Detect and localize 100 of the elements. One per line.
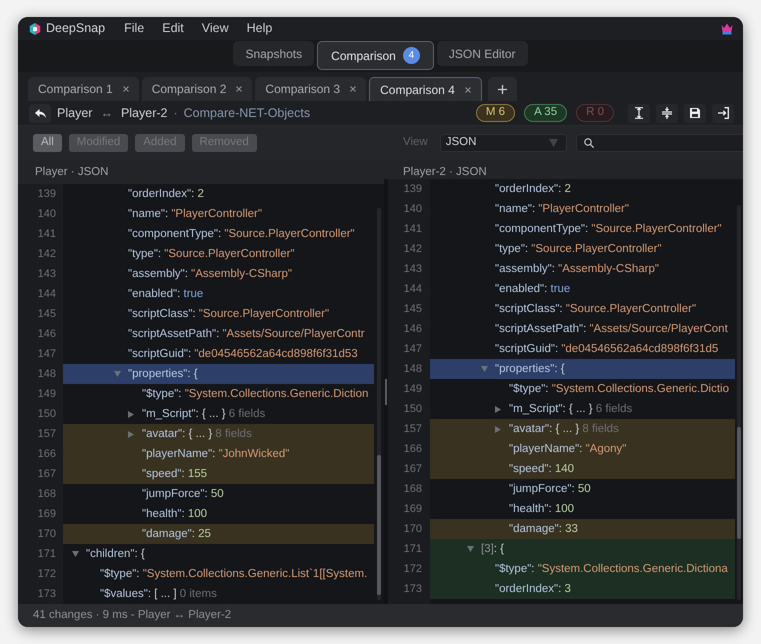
triangle-right-icon[interactable] [128,410,134,418]
save-icon [690,108,700,118]
code-line: "scriptAssetPath": "Assets/Source/PlayerContr [128,327,365,341]
highlighted-row[interactable]: "avatar": { ... } 8 fields [430,419,735,439]
triangle-down-icon[interactable] [467,546,474,552]
document-tab[interactable]: Comparison 4 [369,77,482,101]
search-field[interactable] [576,134,743,152]
highlighted-row[interactable]: "properties": { [63,364,374,384]
caret-icon [548,139,558,147]
menu-item[interactable]: View [202,21,229,36]
menu-item[interactable]: Edit [162,21,184,36]
line-number: 173 [404,582,422,596]
highlighted-row[interactable]: "$type": "System.Collections.Generic.Dictiona [430,559,735,579]
expand-all-button[interactable] [628,104,650,122]
line-number: 144 [404,282,422,296]
line-number: 150 [38,408,56,420]
save-button[interactable] [684,104,706,122]
line-number: 139 [404,182,422,196]
line-number: 171 [38,548,56,560]
modified-count-badge: M 6 [476,104,516,122]
code-line: "properties": { [128,367,198,381]
code-line: "$type": "System.Collections.Generic.List`1[[System. [100,567,368,581]
code-line: "children": { [86,547,145,561]
highlighted-row[interactable]: "speed": 140 [430,459,735,479]
line-number: 166 [404,442,422,456]
scrollbar-thumb[interactable] [377,455,381,595]
new-tab-button[interactable] [488,77,517,101]
pane-title: Player-2 · JSON [403,166,487,179]
code-line: "$type": "System.Collections.Generic.Dictiona [495,562,728,576]
document-tab[interactable]: Comparison 3 [255,77,366,101]
close-icon[interactable] [236,86,242,92]
triangle-down-icon[interactable] [72,551,79,557]
highlighted-row[interactable]: "properties": { [430,359,735,379]
code-line: "type": "Source.PlayerController" [495,242,662,256]
separator-dot: · [173,104,178,122]
added-count-badge: A 35 [524,104,568,122]
scrollbar-thumb[interactable] [737,427,741,539]
triangle-right-icon[interactable] [495,406,501,412]
highlighted-row[interactable]: "playerName": "Agony" [430,439,735,459]
code-line: "m_Script": { ... } 6 fields [509,402,632,416]
triangle-right-icon[interactable] [128,430,134,438]
line-number: 140 [404,202,422,216]
pane-title: Player · JSON [35,166,108,179]
menu-item[interactable]: Help [246,21,272,36]
line-number: 141 [38,228,56,240]
line-number: 140 [38,208,56,220]
document-tab[interactable]: Comparison 1 [28,77,139,101]
code-line: "scriptAssetPath": "Assets/Source/PlayerCont [495,322,728,336]
code-line: "playerName": "JohnWicked" [142,447,290,461]
highlighted-row[interactable]: "avatar": { ... } 8 fields [63,424,374,444]
removed-count-badge: R 0 [576,104,614,122]
splitter-handle[interactable] [385,379,387,405]
close-icon[interactable] [350,86,356,92]
highlighted-row[interactable]: [3]: { [430,539,735,559]
code-line: "scriptClass": "Source.PlayerController" [128,307,330,321]
line-number: 170 [404,522,422,536]
line-number: 170 [38,528,56,540]
view-tab[interactable]: Snapshots [233,41,314,66]
line-number: 147 [404,342,422,356]
code-line: "health": 100 [142,507,208,521]
highlighted-row[interactable]: "damage": 25 [63,524,374,544]
view-label: View [403,135,428,150]
code-line: "properties": { [495,362,565,376]
triangle-down-icon[interactable] [114,371,121,377]
plus-icon [498,84,507,94]
door-arrow-button[interactable] [712,104,734,122]
code-line: "orderIndex": 2 [128,187,204,201]
line-number: 168 [404,482,422,496]
highlighted-row[interactable]: "orderIndex": 3 [430,579,735,599]
line-number: 146 [404,322,422,336]
highlighted-row[interactable]: "speed": 155 [63,464,374,484]
line-number: 149 [404,382,422,396]
crown-icon [721,22,733,34]
view-select[interactable]: JSON [440,134,567,152]
highlighted-row[interactable]: "damage": 33 [430,519,735,539]
code-line: "damage": 33 [509,522,578,536]
menu-item[interactable]: File [124,21,144,36]
view-tab[interactable]: JSON Editor [436,41,528,66]
line-number: 167 [38,468,56,480]
scrollbar-track[interactable] [377,208,381,600]
app-name: DeepSnap [46,20,106,38]
line-number: 172 [38,568,56,580]
line-number: 148 [404,362,422,376]
code-line: "jumpForce": 50 [142,487,224,501]
collapse-all-button[interactable] [656,104,678,122]
code-line: [3]: { [481,542,504,556]
triangle-right-icon[interactable] [495,426,501,432]
view-tab[interactable]: Comparison 4 [317,41,434,70]
line-number: 150 [404,402,422,416]
highlighted-row[interactable]: "playerName": "JohnWicked" [63,444,374,464]
close-icon[interactable] [464,86,471,92]
back-button[interactable] [29,104,51,122]
breadcrumb-right[interactable]: Player-2 [120,104,168,122]
close-icon[interactable] [122,86,129,92]
collapse-vertical-icon [662,107,672,119]
expand-vertical-icon [634,107,644,119]
double-arrow: ↔ [100,104,113,122]
breadcrumb-left[interactable]: Player [57,104,92,122]
document-tab[interactable]: Comparison 2 [142,77,252,101]
triangle-down-icon[interactable] [481,366,488,372]
